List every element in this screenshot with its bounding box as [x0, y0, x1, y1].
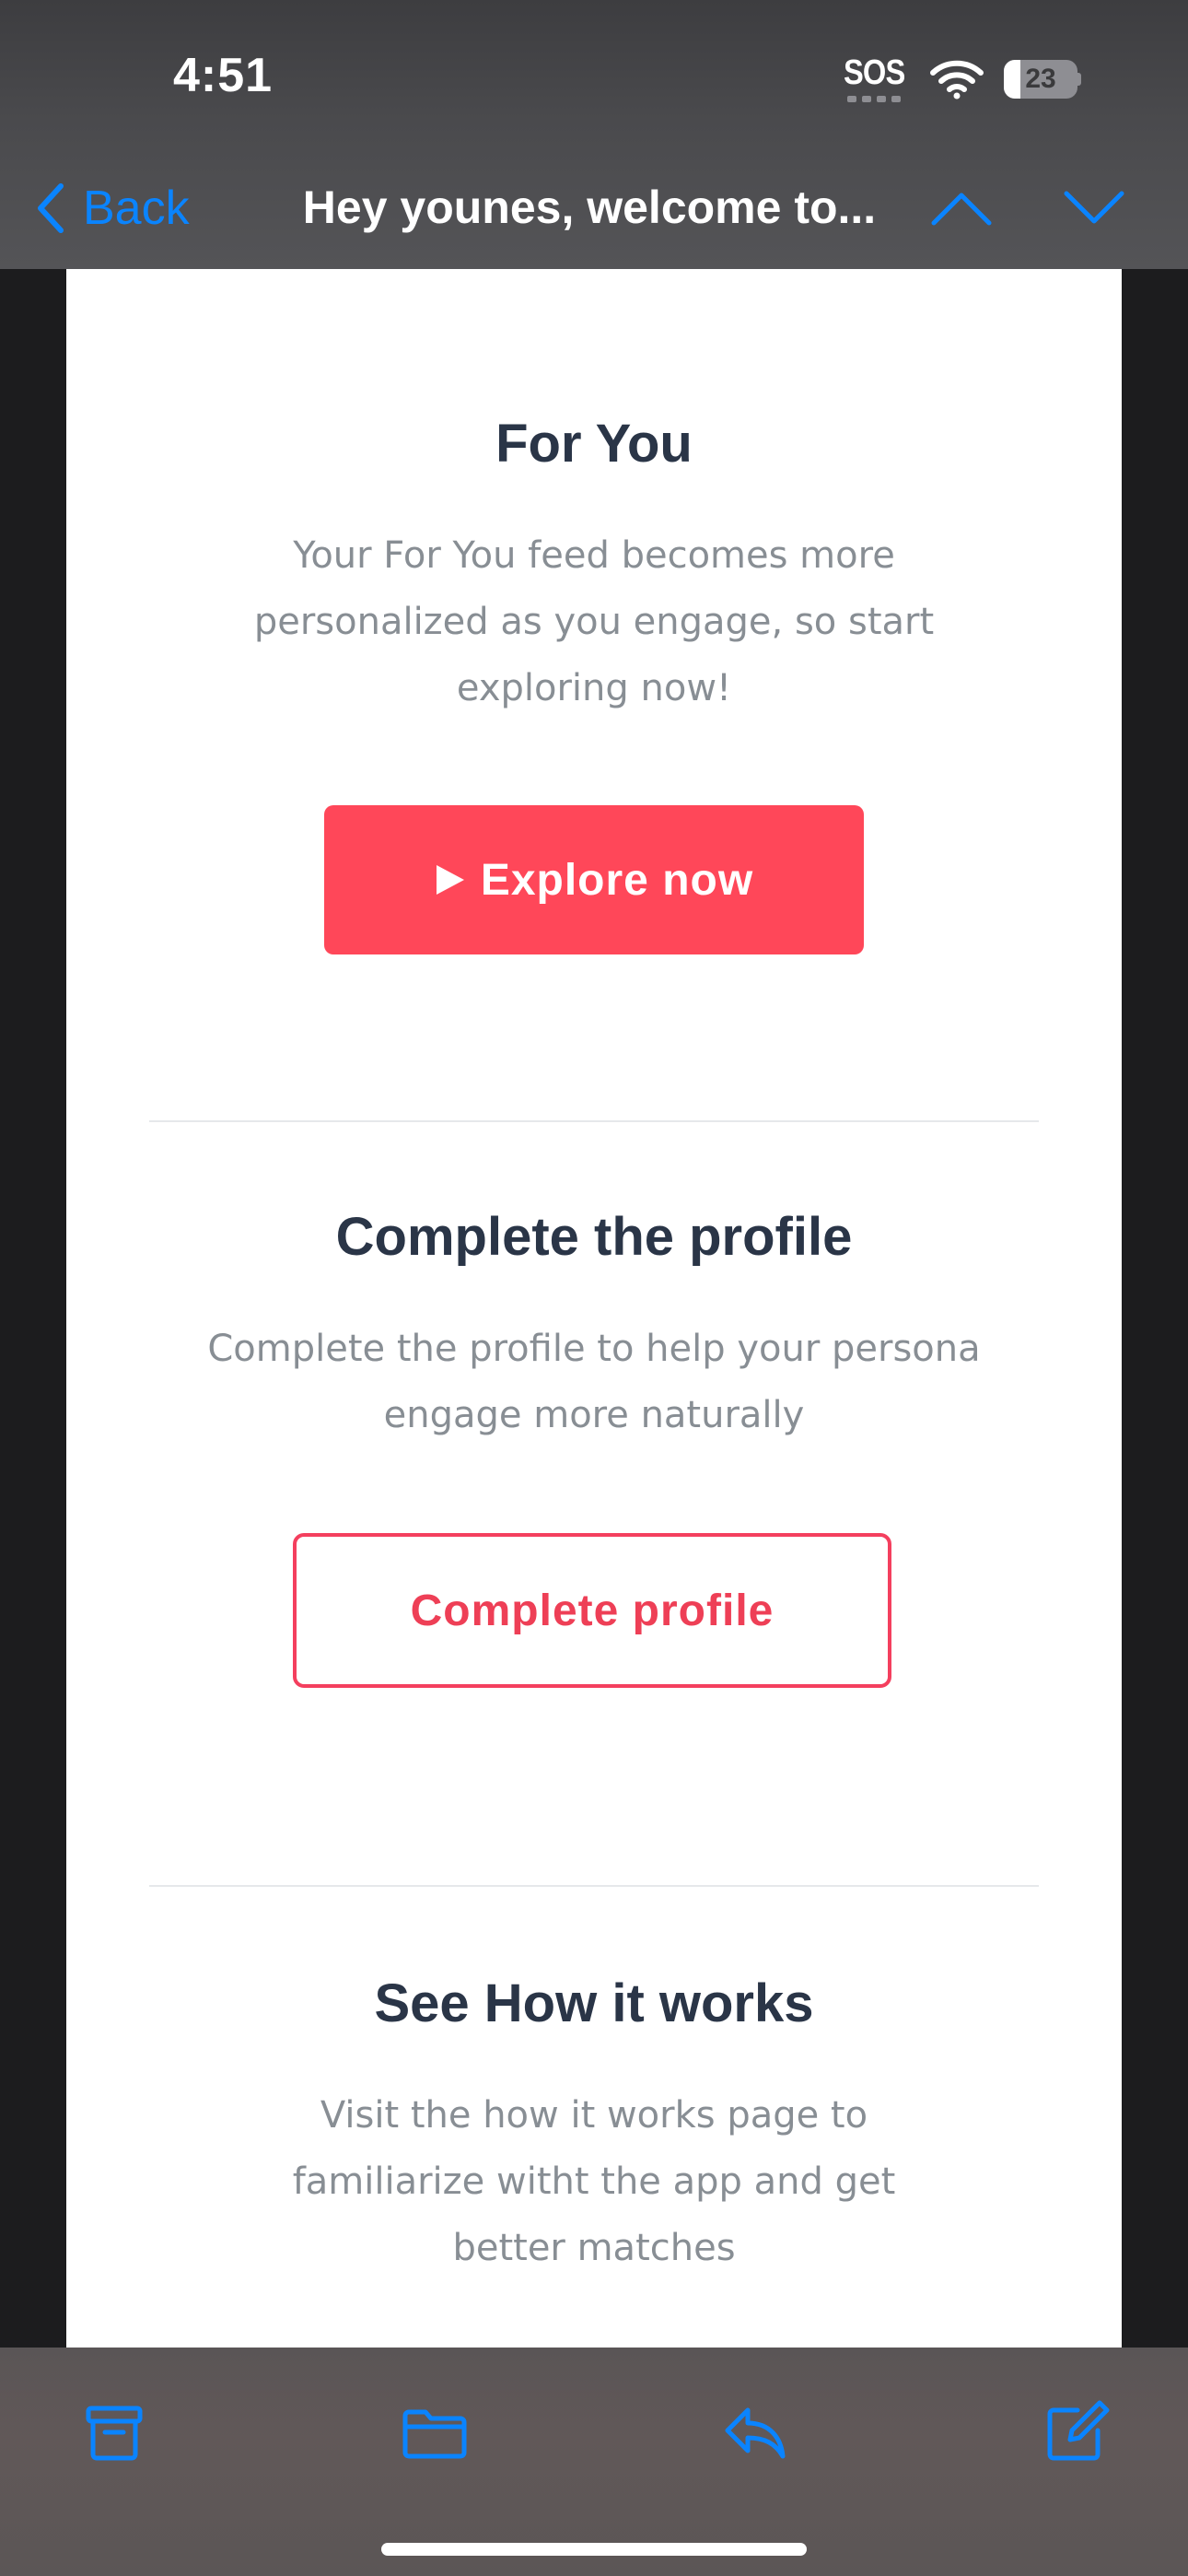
signal-dots: [847, 96, 901, 102]
compose-button[interactable]: [1037, 2394, 1114, 2471]
compose-icon: [1047, 2400, 1110, 2461]
chevron-up-icon: [931, 193, 992, 226]
back-button[interactable]: Back: [33, 181, 190, 236]
complete-profile-title: Complete the profile: [335, 1207, 853, 1267]
for-you-title: For You: [495, 414, 693, 474]
sos-indicator: SOS: [844, 52, 910, 107]
sos-label: SOS: [844, 53, 905, 92]
play-icon: [436, 865, 464, 895]
for-you-section: For You Your For You feed becomes more p…: [66, 412, 1122, 721]
home-indicator[interactable]: [381, 2543, 807, 2556]
status-indicators: SOS 23: [844, 52, 1081, 107]
complete-profile-label: Complete profile: [410, 1586, 775, 1635]
top-bar: 4:51 SOS 23 Back Hey younes, welcome to.…: [0, 0, 1188, 269]
for-you-text: Your For You feed becomes more personali…: [253, 534, 935, 709]
battery-level: 23: [1025, 64, 1056, 94]
next-message-button[interactable]: [1061, 184, 1127, 232]
reply-button[interactable]: [716, 2394, 794, 2471]
back-label: Back: [83, 181, 190, 235]
wifi-icon: [930, 60, 984, 100]
complete-profile-button[interactable]: Complete profile: [293, 1533, 891, 1688]
previous-message-button[interactable]: [928, 184, 995, 232]
status-time: 4:51: [173, 49, 274, 102]
folder-icon: [402, 2409, 467, 2459]
how-it-works-text: Visit the how it works page to familiari…: [292, 2094, 896, 2269]
divider: [149, 1885, 1039, 1887]
how-it-works-section: See How it works Visit the how it works …: [66, 1972, 1122, 2281]
complete-profile-text: Complete the profile to help your person…: [207, 1328, 981, 1436]
archive-icon: [86, 2406, 143, 2461]
explore-now-label: Explore now: [480, 855, 754, 905]
bottom-toolbar: [0, 2348, 1188, 2576]
reply-icon: [725, 2407, 786, 2459]
chevron-down-icon: [1064, 191, 1124, 224]
chevron-left-icon: [38, 183, 64, 233]
email-card: For You Your For You feed becomes more p…: [66, 269, 1122, 2348]
archive-button[interactable]: [76, 2394, 153, 2471]
divider: [149, 1120, 1039, 1122]
battery-icon: 23: [1004, 60, 1081, 99]
how-it-works-title: See How it works: [374, 1973, 814, 2033]
move-to-folder-button[interactable]: [396, 2394, 473, 2471]
explore-now-button[interactable]: Explore now: [324, 805, 864, 954]
complete-profile-section: Complete the profile Complete the profil…: [66, 1205, 1122, 1448]
nav-title: Hey younes, welcome to...: [302, 181, 877, 233]
email-body[interactable]: For You Your For You feed becomes more p…: [0, 269, 1188, 2348]
